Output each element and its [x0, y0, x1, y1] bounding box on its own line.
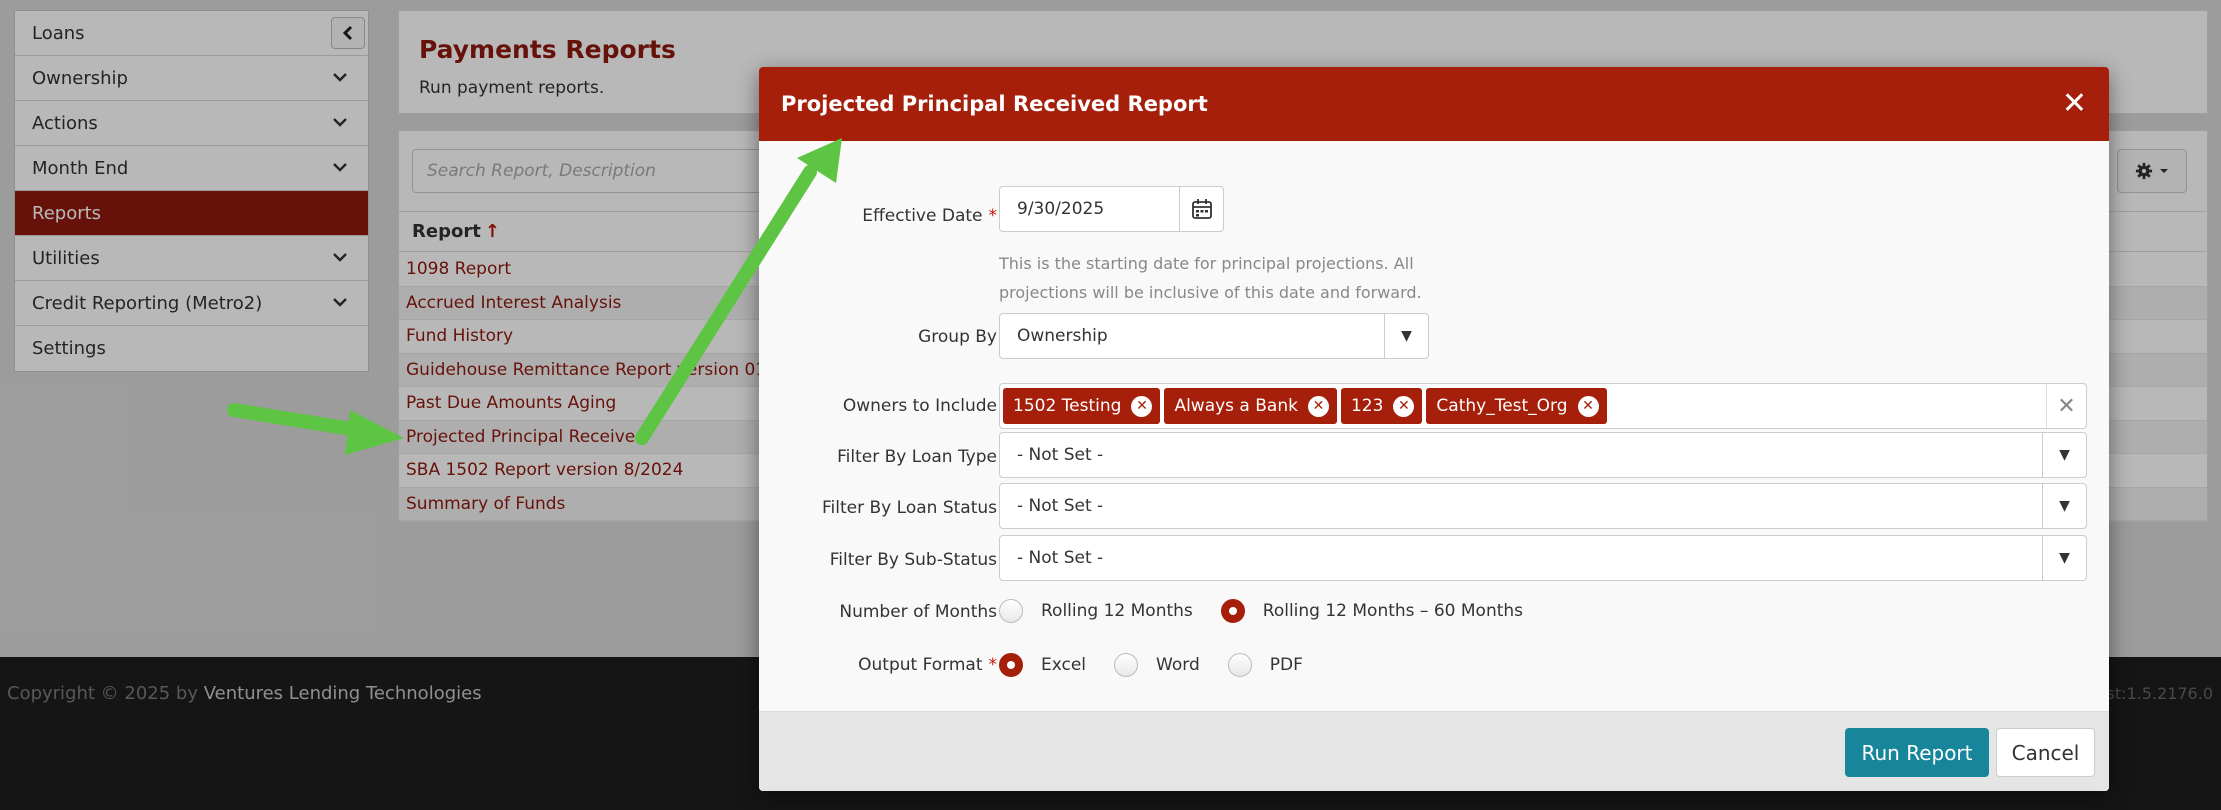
owner-tag: Always a Bank ✕ [1164, 388, 1337, 424]
required-marker: * [988, 206, 998, 226]
loan-status-label: Filter By Loan Status [822, 498, 997, 518]
radio-button-selected[interactable] [999, 653, 1023, 677]
remove-tag-icon[interactable]: ✕ [1131, 395, 1153, 417]
months-option-12-60[interactable]: Rolling 12 Months – 60 Months [1220, 599, 1524, 623]
close-icon[interactable]: ✕ [2062, 89, 2087, 119]
loan-status-value: - Not Set - [1017, 496, 1104, 516]
radio-button-selected[interactable] [1220, 599, 1245, 623]
months-label: Number of Months [839, 602, 997, 622]
report-modal: Projected Principal Received Report ✕ Ef… [759, 67, 2109, 791]
group-by-label: Group By [918, 327, 997, 347]
radio-label: Word [1156, 655, 1200, 675]
effective-date-help: This is the starting date for principal … [999, 254, 1422, 302]
group-by-value: Ownership [1017, 326, 1108, 346]
owner-tag-label: Cathy_Test_Org [1436, 396, 1568, 416]
months-option-12[interactable]: Rolling 12 Months [999, 599, 1193, 623]
sub-status-select[interactable]: - Not Set - ▼ [999, 535, 2087, 581]
sub-status-label: Filter By Sub-Status [829, 550, 997, 570]
cancel-button[interactable]: Cancel [1996, 728, 2095, 777]
owners-multiselect[interactable]: 1502 Testing ✕ Always a Bank ✕ 123 ✕ Cathy_… [999, 383, 2087, 429]
radio-button[interactable] [999, 599, 1023, 623]
owner-tag-label: 123 [1350, 396, 1384, 416]
radio-label: Rolling 12 Months – 60 Months [1262, 601, 1524, 621]
output-option-word[interactable]: Word [1114, 653, 1200, 677]
required-marker: * [988, 655, 998, 675]
caret-down-icon: ▼ [2042, 433, 2086, 477]
remove-tag-icon[interactable]: ✕ [1307, 395, 1329, 417]
group-by-select[interactable]: Ownership ▼ [999, 313, 1429, 359]
loan-type-label: Filter By Loan Type [837, 447, 997, 467]
run-report-button[interactable]: Run Report [1845, 728, 1989, 777]
caret-down-icon: ▼ [1384, 314, 1428, 358]
caret-down-icon: ▼ [2042, 484, 2086, 528]
caret-down-icon: ▼ [2042, 536, 2086, 580]
effective-date-label: Effective Date * [862, 206, 997, 226]
effective-date-value[interactable]: 9/30/2025 [1000, 187, 1179, 231]
loan-type-value: - Not Set - [1017, 445, 1104, 465]
owner-tag: Cathy_Test_Org ✕ [1426, 388, 1607, 424]
remove-tag-icon[interactable]: ✕ [1577, 395, 1599, 417]
modal-header: Projected Principal Received Report ✕ [759, 67, 2109, 141]
output-option-pdf[interactable]: PDF [1227, 653, 1303, 677]
loan-type-select[interactable]: - Not Set - ▼ [999, 432, 2087, 478]
owner-tag-label: 1502 Testing [1013, 396, 1122, 416]
radio-label: Excel [1041, 655, 1087, 675]
label-text: Output Format [858, 655, 983, 675]
radio-button[interactable] [1227, 653, 1252, 677]
sub-status-value: - Not Set - [1017, 548, 1104, 568]
owners-label: Owners to Include [842, 396, 997, 416]
loan-status-select[interactable]: - Not Set - ▼ [999, 483, 2087, 529]
owner-tag-label: Always a Bank [1174, 396, 1298, 416]
radio-label: Rolling 12 Months [1041, 601, 1193, 621]
remove-tag-icon[interactable]: ✕ [1393, 395, 1415, 417]
owner-tag: 1502 Testing ✕ [1003, 388, 1161, 424]
clear-all-icon[interactable]: ✕ [2046, 384, 2086, 428]
output-format-label: Output Format * [858, 655, 997, 675]
effective-date-field[interactable]: 9/30/2025 [999, 186, 1224, 232]
radio-button[interactable] [1114, 653, 1139, 677]
modal-title: Projected Principal Received Report [781, 92, 1208, 116]
label-text: Effective Date [862, 206, 983, 226]
owner-tag: 123 ✕ [1340, 388, 1423, 424]
radio-label: PDF [1269, 655, 1303, 675]
months-radio-group: Rolling 12 Months Rolling 12 Months – 60… [999, 599, 1523, 623]
calendar-icon[interactable] [1179, 187, 1223, 231]
output-radio-group: Excel Word PDF [999, 653, 1303, 677]
output-option-excel[interactable]: Excel [999, 653, 1086, 677]
